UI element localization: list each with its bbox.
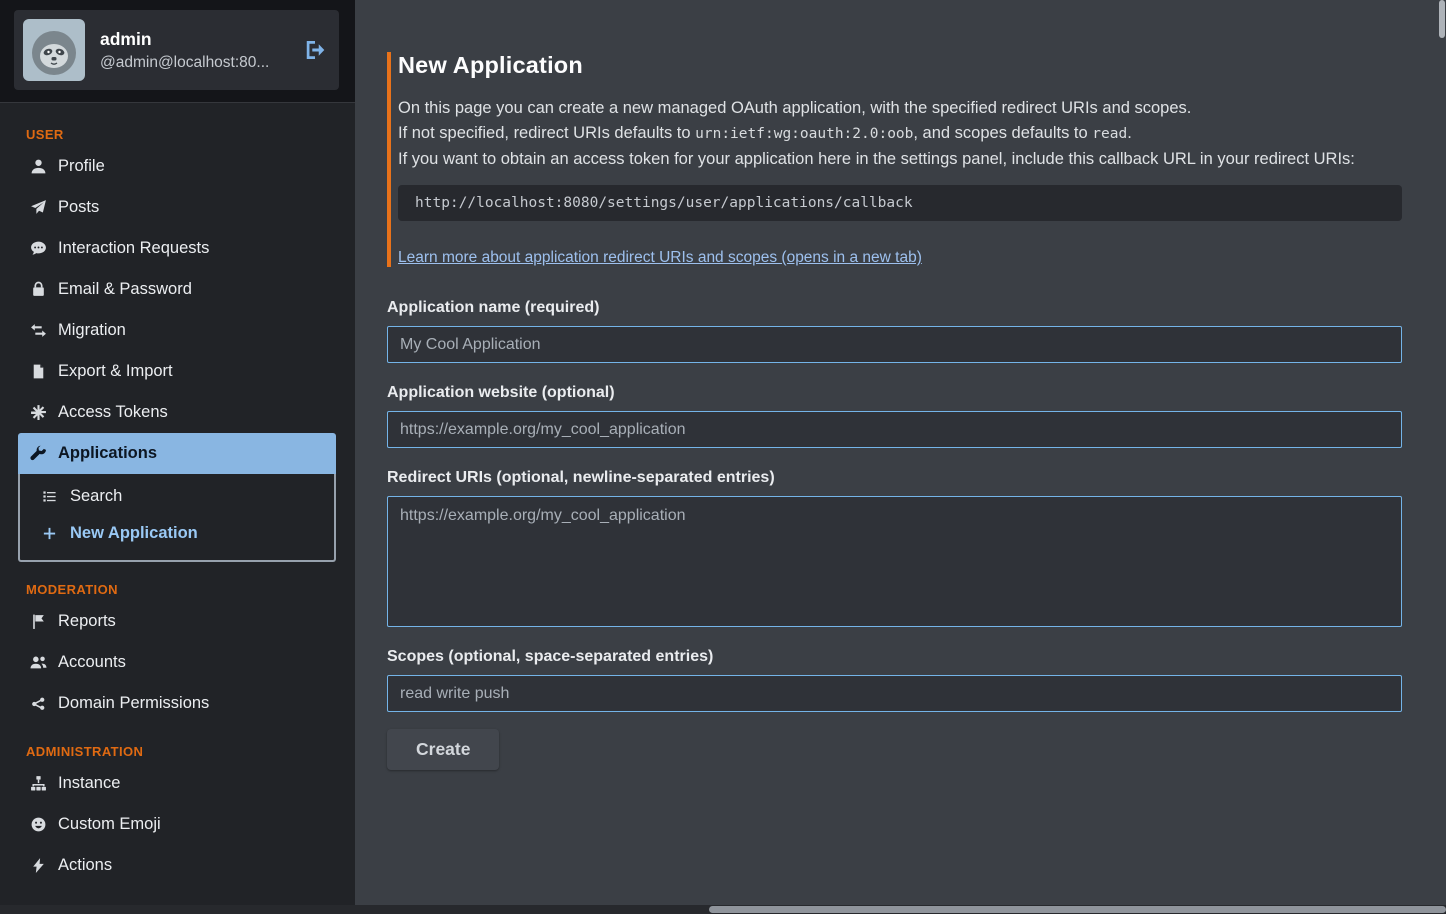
paper-plane-icon xyxy=(30,199,47,216)
sidebar-item-label: Interaction Requests xyxy=(58,239,209,258)
redirect-uris-textarea[interactable] xyxy=(387,496,1402,627)
sidebar-item-label: Actions xyxy=(58,856,112,875)
horizontal-scrollbar-thumb[interactable] xyxy=(709,906,1446,913)
sitemap-icon xyxy=(30,775,47,792)
inline-code-read: read xyxy=(1092,126,1127,142)
new-application-form: Application name (required) Application … xyxy=(387,299,1402,770)
scopes-input[interactable] xyxy=(387,675,1402,712)
transfer-arrows-icon xyxy=(30,322,47,339)
bolt-icon xyxy=(30,857,47,874)
sidebar-item-profile[interactable]: Profile xyxy=(18,146,336,187)
sidebar-item-domain-permissions[interactable]: Domain Permissions xyxy=(18,683,336,724)
sidebar-item-applications[interactable]: Applications xyxy=(18,433,336,474)
intro-line-3: If you want to obtain an access token fo… xyxy=(398,147,1402,172)
sidebar-item-label: Applications xyxy=(58,444,157,463)
application-website-input[interactable] xyxy=(387,411,1402,448)
section-title-administration: ADMINISTRATION xyxy=(26,744,328,759)
create-button[interactable]: Create xyxy=(387,729,499,770)
application-website-label: Application website (optional) xyxy=(387,384,1402,402)
sidebar-item-actions[interactable]: Actions xyxy=(18,845,336,886)
sidebar-item-label: Reports xyxy=(58,612,116,631)
intro-line-1: On this page you can create a new manage… xyxy=(398,96,1402,121)
section-title-moderation: MODERATION xyxy=(26,582,328,597)
vertical-scrollbar-thumb[interactable] xyxy=(1439,0,1445,38)
application-name-label: Application name (required) xyxy=(387,299,1402,317)
user-card[interactable]: admin @admin@localhost:80... xyxy=(14,10,339,90)
sidebar-item-label: Accounts xyxy=(58,653,126,672)
application-name-input[interactable] xyxy=(387,326,1402,363)
callback-url: http://localhost:8080/settings/user/appl… xyxy=(415,195,913,211)
applications-submenu: Search New Application xyxy=(18,474,336,562)
sidebar: admin @admin@localhost:80... USER Profil… xyxy=(0,0,355,914)
user-card-section: admin @admin@localhost:80... xyxy=(0,0,355,103)
plus-icon xyxy=(42,526,59,541)
sidebar-item-label: Search xyxy=(70,487,122,506)
tools-icon xyxy=(30,445,47,462)
inline-code-oob: urn:ietf:wg:oauth:2.0:oob xyxy=(695,126,913,142)
scopes-label: Scopes (optional, space-separated entrie… xyxy=(387,648,1402,666)
sidebar-item-instance[interactable]: Instance xyxy=(18,763,336,804)
sidebar-item-export-import[interactable]: Export & Import xyxy=(18,351,336,392)
intro-line-2: If not specified, redirect URIs defaults… xyxy=(398,121,1402,147)
redirect-uris-label: Redirect URIs (optional, newline-separat… xyxy=(387,469,1402,487)
callback-url-code-block: http://localhost:8080/settings/user/appl… xyxy=(398,185,1402,221)
learn-more-link[interactable]: Learn more about application redirect UR… xyxy=(398,249,922,267)
sidebar-item-migration[interactable]: Migration xyxy=(18,310,336,351)
logout-icon[interactable] xyxy=(303,38,327,62)
sidebar-menu: USER Profile Posts Interaction Requests … xyxy=(0,103,355,886)
sidebar-item-label: Profile xyxy=(58,157,105,176)
intro-text: , and scopes defaults to xyxy=(913,124,1092,142)
users-icon xyxy=(30,654,47,671)
comment-icon xyxy=(30,240,47,257)
user-name: admin xyxy=(100,29,288,50)
sidebar-item-label: Access Tokens xyxy=(58,403,168,422)
nodes-icon xyxy=(30,695,47,712)
main-panel: New Application On this page you can cre… xyxy=(355,0,1446,914)
horizontal-scrollbar[interactable] xyxy=(0,905,1446,914)
sidebar-item-custom-emoji[interactable]: Custom Emoji xyxy=(18,804,336,845)
sidebar-item-label: Email & Password xyxy=(58,280,192,299)
certificate-icon xyxy=(30,404,47,421)
intro-text: If not specified, redirect URIs defaults… xyxy=(398,124,695,142)
sidebar-item-label: New Application xyxy=(70,524,198,543)
sidebar-item-accounts[interactable]: Accounts xyxy=(18,642,336,683)
sidebar-item-label: Migration xyxy=(58,321,126,340)
sidebar-item-access-tokens[interactable]: Access Tokens xyxy=(18,392,336,433)
sidebar-item-interaction-requests[interactable]: Interaction Requests xyxy=(18,228,336,269)
lock-icon xyxy=(30,281,47,298)
sidebar-item-label: Domain Permissions xyxy=(58,694,209,713)
user-handle: @admin@localhost:80... xyxy=(100,54,288,72)
sidebar-item-posts[interactable]: Posts xyxy=(18,187,336,228)
avatar xyxy=(23,19,85,81)
user-icon xyxy=(30,158,47,175)
flag-icon xyxy=(30,613,47,630)
file-export-icon xyxy=(30,363,47,380)
sidebar-item-reports[interactable]: Reports xyxy=(18,601,336,642)
list-icon xyxy=(42,489,59,504)
sidebar-item-new-application[interactable]: New Application xyxy=(20,515,334,552)
smiley-icon xyxy=(30,816,47,833)
sidebar-item-label: Instance xyxy=(58,774,120,793)
user-meta: admin @admin@localhost:80... xyxy=(100,29,288,72)
sidebar-item-search[interactable]: Search xyxy=(20,478,334,515)
app-root: admin @admin@localhost:80... USER Profil… xyxy=(0,0,1446,914)
page-title: New Application xyxy=(398,52,1402,79)
sidebar-item-email-password[interactable]: Email & Password xyxy=(18,269,336,310)
page-header: New Application On this page you can cre… xyxy=(387,52,1402,267)
intro-text: . xyxy=(1127,124,1132,142)
sidebar-item-label: Custom Emoji xyxy=(58,815,161,834)
sidebar-item-label: Posts xyxy=(58,198,99,217)
section-title-user: USER xyxy=(26,127,328,142)
sidebar-item-label: Export & Import xyxy=(58,362,173,381)
